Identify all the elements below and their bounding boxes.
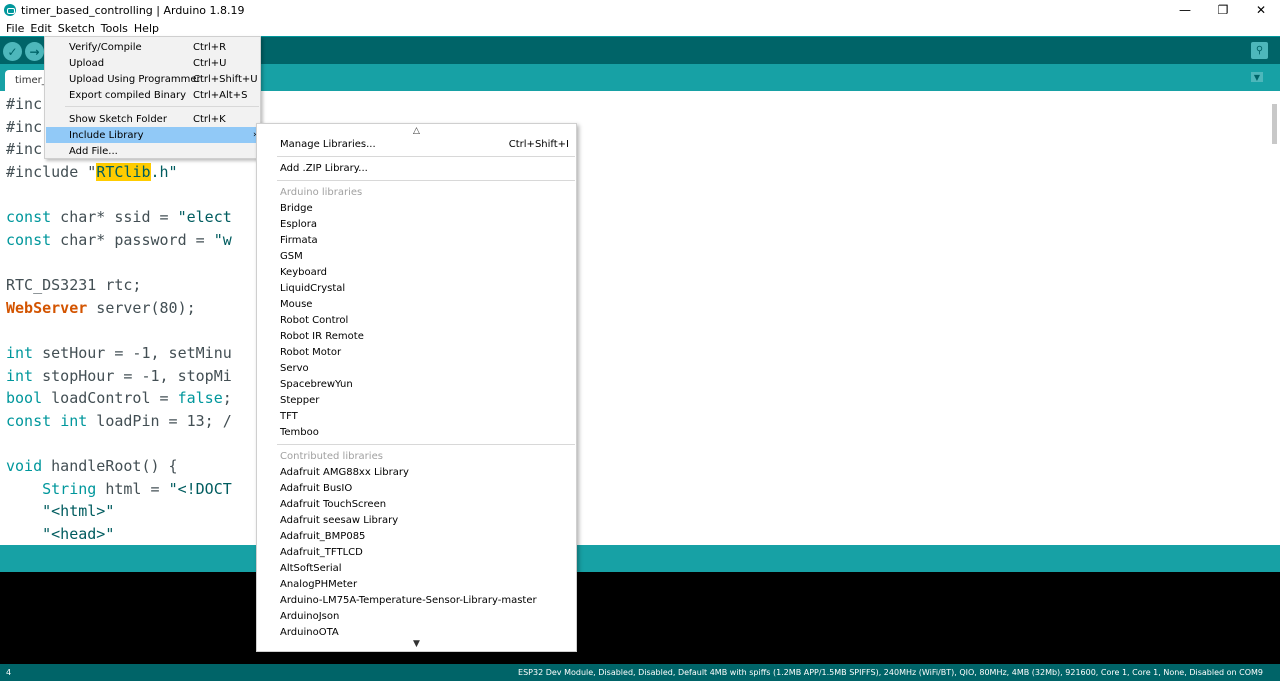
include-library-submenu: △ Manage Libraries... Ctrl+Shift+I Add .… <box>256 123 577 652</box>
console-output[interactable] <box>0 572 1280 664</box>
menu-sketch[interactable]: Sketch <box>55 22 98 35</box>
board-info: ESP32 Dev Module, Disabled, Disabled, De… <box>518 668 1263 677</box>
menu-separator <box>277 156 575 157</box>
close-button[interactable]: ✕ <box>1242 0 1280 20</box>
library-item[interactable]: Adafruit_TFTLCD <box>280 545 363 561</box>
library-item[interactable]: SpacebrewYun <box>280 377 353 393</box>
code-line: "<head>" <box>6 525 115 543</box>
menu-export-binary[interactable]: Export compiled Binary Ctrl+Alt+S <box>46 87 259 103</box>
library-item[interactable]: Robot Control <box>280 313 348 329</box>
code-line: "<html>" <box>6 502 115 520</box>
library-item[interactable]: Firmata <box>280 233 318 249</box>
menu-show-sketch-folder[interactable]: Show Sketch Folder Ctrl+K <box>46 111 259 127</box>
menu-add-zip-library[interactable]: Add .ZIP Library... <box>280 161 368 177</box>
library-item[interactable]: Temboo <box>280 425 319 441</box>
editor-scrollbar[interactable] <box>1272 104 1277 144</box>
section-header-arduino: Arduino libraries <box>280 187 363 198</box>
menu-file[interactable]: File <box>3 22 27 35</box>
code-line: const char* password = "w <box>6 231 232 249</box>
code-line: WebServer server(80); <box>6 299 196 317</box>
status-bar: 4 ESP32 Dev Module, Disabled, Disabled, … <box>0 664 1280 681</box>
menu-separator <box>65 106 259 107</box>
arduino-logo-icon <box>4 4 16 16</box>
code-line: int stopHour = -1, stopMi <box>6 367 232 385</box>
code-line: #inc <box>6 118 43 136</box>
library-item[interactable]: Adafruit AMG88xx Library <box>280 465 409 481</box>
library-item[interactable]: Adafruit BusIO <box>280 481 352 497</box>
library-item[interactable]: AnalogPHMeter <box>280 577 357 593</box>
library-item[interactable]: LiquidCrystal <box>280 281 345 297</box>
menu-separator <box>277 444 575 445</box>
code-line: int setHour = -1, setMinu <box>6 344 232 362</box>
manage-libraries-shortcut: Ctrl+Shift+I <box>508 139 569 150</box>
code-line: #include "RTClib.h" <box>6 163 178 181</box>
menu-help[interactable]: Help <box>131 22 162 35</box>
menu-add-file[interactable]: Add File... <box>46 143 259 159</box>
code-line: String html = "<!DOCT <box>42 480 232 498</box>
library-item[interactable]: Adafruit_BMP085 <box>280 529 365 545</box>
library-item[interactable]: Adafruit seesaw Library <box>280 513 398 529</box>
code-line: #inc <box>6 95 43 113</box>
search-highlight: RTClib <box>96 163 151 181</box>
library-item[interactable]: Stepper <box>280 393 319 409</box>
library-item[interactable]: ArduinoOTA <box>280 625 339 641</box>
library-item[interactable]: Robot Motor <box>280 345 341 361</box>
line-number: 4 <box>6 668 12 677</box>
library-item[interactable]: GSM <box>280 249 303 265</box>
minimize-button[interactable]: — <box>1166 0 1204 20</box>
scroll-down-icon[interactable]: ▼ <box>413 639 420 649</box>
verify-button[interactable]: ✓ <box>3 42 22 61</box>
tab-menu-icon[interactable]: ▼ <box>1251 72 1263 82</box>
sketch-menu: Verify/Compile Ctrl+R Upload Ctrl+U Uplo… <box>44 36 261 159</box>
library-item[interactable]: Robot IR Remote <box>280 329 364 345</box>
library-item[interactable]: Esplora <box>280 217 317 233</box>
code-line: bool loadControl = false; <box>6 389 232 407</box>
title-bar: timer_based_controlling | Arduino 1.8.19… <box>0 0 1280 20</box>
menu-upload-programmer[interactable]: Upload Using Programmer Ctrl+Shift+U <box>46 71 259 87</box>
section-header-contributed: Contributed libraries <box>280 451 383 462</box>
code-editor[interactable]: #inc #inc #inc #include "RTClib.h" const… <box>0 91 1280 545</box>
menu-separator <box>277 180 575 181</box>
serial-monitor-icon[interactable]: ⚲ <box>1251 42 1268 59</box>
library-item[interactable]: Arduino-LM75A-Temperature-Sensor-Library… <box>280 593 537 609</box>
maximize-button[interactable]: ❐ <box>1204 0 1242 20</box>
library-item[interactable]: Keyboard <box>280 265 327 281</box>
library-item[interactable]: AltSoftSerial <box>280 561 342 577</box>
code-line: const int loadPin = 13; / <box>6 412 232 430</box>
code-line: const char* ssid = "elect <box>6 208 232 226</box>
library-item[interactable]: Bridge <box>280 201 313 217</box>
menu-include-library[interactable]: Include Library › <box>46 127 259 143</box>
menu-manage-libraries[interactable]: Manage Libraries... <box>280 137 376 153</box>
menu-verify-compile[interactable]: Verify/Compile Ctrl+R <box>46 39 259 55</box>
code-line: #inc <box>6 140 43 158</box>
menu-upload[interactable]: Upload Ctrl+U <box>46 55 259 71</box>
library-item[interactable]: TFT <box>280 409 298 425</box>
window-controls: — ❐ ✕ <box>1166 0 1280 20</box>
console-header <box>0 545 1280 572</box>
library-item[interactable]: Mouse <box>280 297 312 313</box>
scroll-up-icon[interactable]: △ <box>413 126 420 136</box>
menu-tools[interactable]: Tools <box>98 22 131 35</box>
tab-sketch[interactable]: timer_ <box>5 70 49 91</box>
library-item[interactable]: Servo <box>280 361 309 377</box>
upload-button[interactable]: → <box>25 42 44 61</box>
code-line: RTC_DS3231 rtc; <box>6 276 142 294</box>
code-line: void handleRoot() { <box>6 457 178 475</box>
window-title: timer_based_controlling | Arduino 1.8.19 <box>21 3 245 17</box>
library-item[interactable]: Adafruit TouchScreen <box>280 497 386 513</box>
menu-bar: File Edit Sketch Tools Help <box>0 20 1280 36</box>
menu-edit[interactable]: Edit <box>27 22 54 35</box>
library-item[interactable]: ArduinoJson <box>280 609 339 625</box>
